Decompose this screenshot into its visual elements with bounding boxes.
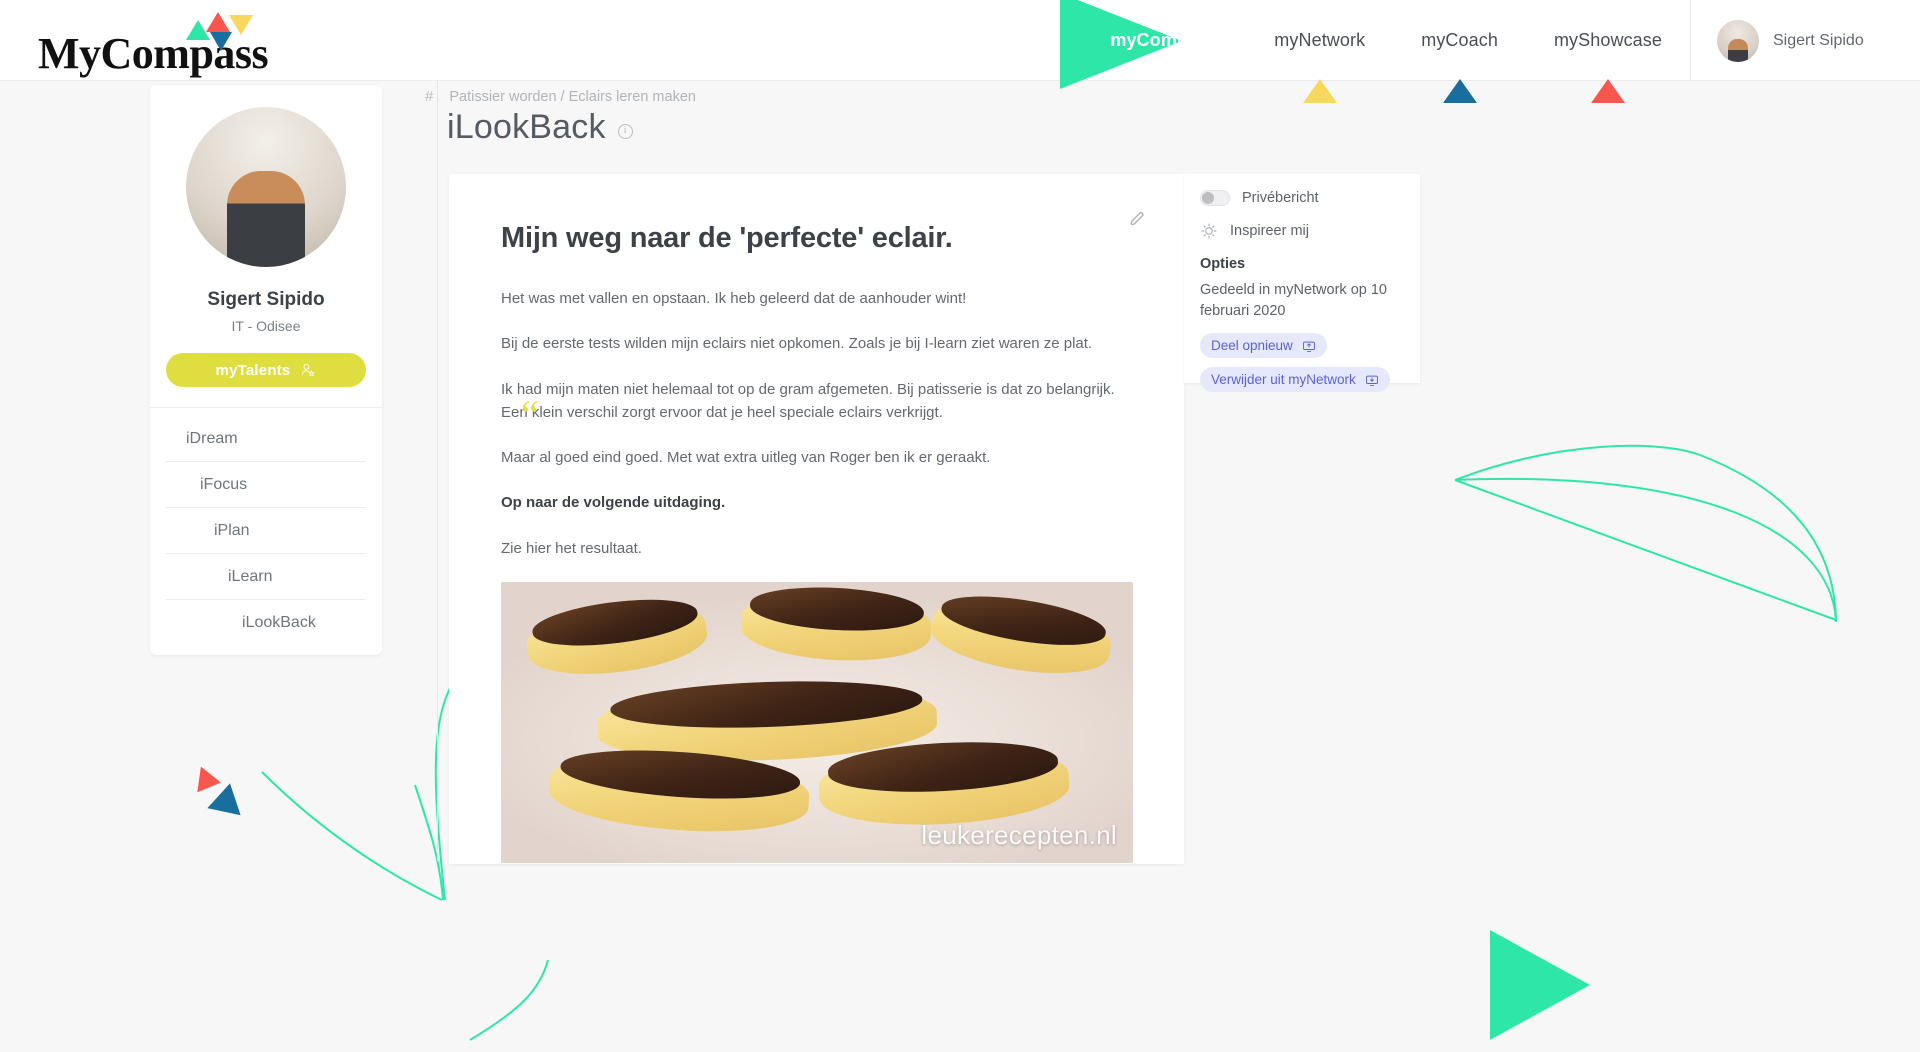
decorative-triangle-blue [207, 779, 247, 816]
sidebar-item-ifocus[interactable]: iFocus [166, 462, 366, 508]
article-paragraph: Maar al goed eind goed. Met wat extra ui… [501, 449, 991, 466]
breadcrumb-path[interactable]: Patissier worden / Eclairs leren maken [449, 89, 696, 105]
options-panel: Privébericht Inspireer mij Opties Gedeel… [1184, 174, 1420, 393]
private-message-label: Privébericht [1242, 190, 1319, 206]
lightbulb-icon [1201, 223, 1217, 239]
nav-label: myCoach [1421, 30, 1498, 50]
share-again-chip[interactable]: Deel opnieuw [1200, 333, 1327, 359]
share-screen-icon [1302, 341, 1315, 352]
user-star-icon [302, 363, 316, 377]
article-paragraph: Ik had mijn maten niet helemaal tot op d… [501, 380, 1115, 421]
logo[interactable]: MyCompass [38, 10, 269, 78]
article-body: “ Het was met vallen en opstaan. Ik heb … [501, 287, 1132, 560]
article-paragraph: Bij de eerste tests wilden mijn eclairs … [501, 335, 1093, 353]
breadcrumb: # Patissier worden / Eclairs leren maken [425, 88, 696, 105]
eclair-item [739, 583, 933, 665]
share-again-label: Deel opnieuw [1211, 338, 1293, 354]
article-image-eclairs: leukerecepten.nl [501, 581, 1133, 863]
avatar [1717, 19, 1759, 62]
inspire-label: Inspireer mij [1230, 223, 1309, 239]
sidebar-item-ilearn[interactable]: iLearn [166, 554, 366, 600]
profile-name: Sigert Sipido [207, 289, 325, 310]
nav-item-myshowcase[interactable]: myShowcase [1526, 0, 1690, 103]
nav-label: myCompass [1110, 30, 1219, 50]
article-title: Mijn weg naar de 'perfecte' eclair. [501, 222, 953, 254]
image-watermark: leukerecepten.nl [921, 819, 1117, 850]
options-heading: Opties [1200, 256, 1246, 272]
profile-avatar [186, 107, 346, 267]
nav-marker-triangle-blue [1442, 79, 1477, 103]
user-name-label: Sigert Sipido [1773, 31, 1864, 49]
info-icon[interactable]: i [617, 124, 633, 139]
page-title: iLookBack [447, 108, 606, 146]
nav-item-mycoach[interactable]: myCoach [1393, 0, 1526, 103]
sidebar-item-iplan[interactable]: iPlan [166, 508, 366, 554]
private-message-row[interactable]: Privébericht [1200, 190, 1404, 206]
remove-label: Verwijder uit myNetwork [1211, 372, 1356, 388]
article-paragraph-bold: Op naar de volgende uitdaging. [501, 494, 726, 512]
decorative-triangle-green-large [1490, 930, 1590, 1040]
nav-label: myNetwork [1274, 30, 1366, 50]
shared-note: Gedeeld in myNetwork op 10 februari 2020 [1200, 282, 1387, 320]
top-navigation-bar: MyCompass myCompass myNetwork myCoach my… [0, 0, 1920, 103]
user-menu[interactable]: Sigert Sipido [1690, 0, 1920, 81]
mytalents-button[interactable]: myTalents [166, 353, 366, 387]
hash-icon: # [425, 88, 434, 105]
nav-item-mycompass[interactable]: myCompass [1060, 0, 1246, 89]
eclair-item [817, 737, 1071, 831]
quote-icon: “ [521, 392, 539, 437]
logo-text: MyCompass [38, 28, 269, 79]
nav-item-mynetwork[interactable]: myNetwork [1246, 0, 1393, 103]
nav-marker-triangle-yellow [1302, 79, 1337, 103]
pencil-icon [1130, 211, 1144, 226]
profile-subtitle: IT - Odisee [231, 318, 301, 334]
section-nav: iDream iFocus iPlan iLearn iLookBack [150, 408, 382, 655]
article-paragraph: Zie hier het resultaat. [501, 539, 642, 557]
nav-marker-triangle-red [1590, 79, 1625, 103]
nav-label: myShowcase [1553, 30, 1662, 50]
sidebar-item-ilookback[interactable]: iLookBack [166, 600, 366, 645]
article-card: Mijn weg naar de 'perfecte' eclair. “ He… [449, 174, 1184, 864]
remove-from-mynetwork-chip[interactable]: Verwijder uit myNetwork [1200, 367, 1390, 393]
article-paragraph: Het was met vallen en opstaan. Ik heb ge… [501, 290, 967, 307]
main-nav: myCompass myNetwork myCoach myShowcase [1060, 0, 1690, 103]
edit-button[interactable] [1128, 210, 1146, 233]
sidebar-item-idream[interactable]: iDream [166, 416, 366, 462]
remove-screen-icon [1365, 375, 1378, 386]
eclair-item [546, 743, 812, 839]
profile-header: Sigert Sipido IT - Odisee myTalents [150, 85, 382, 408]
private-message-toggle[interactable] [1200, 190, 1230, 206]
logo-my: My [38, 29, 101, 78]
logo-compass: Compass [100, 29, 269, 78]
content-divider [437, 81, 438, 861]
decorative-triangle-red [197, 766, 223, 796]
page-title-row: iLookBack i [447, 108, 633, 147]
mytalents-label: myTalents [215, 361, 291, 379]
eclair-item [523, 591, 711, 683]
eclair-item [926, 587, 1116, 684]
profile-sidebar: Sigert Sipido IT - Odisee myTalents iDre… [150, 85, 382, 655]
app-root: MyCompass myCompass myNetwork myCoach my… [0, 0, 1920, 1052]
toggle-knob [1202, 192, 1214, 204]
inspire-row[interactable]: Inspireer mij [1200, 222, 1404, 240]
